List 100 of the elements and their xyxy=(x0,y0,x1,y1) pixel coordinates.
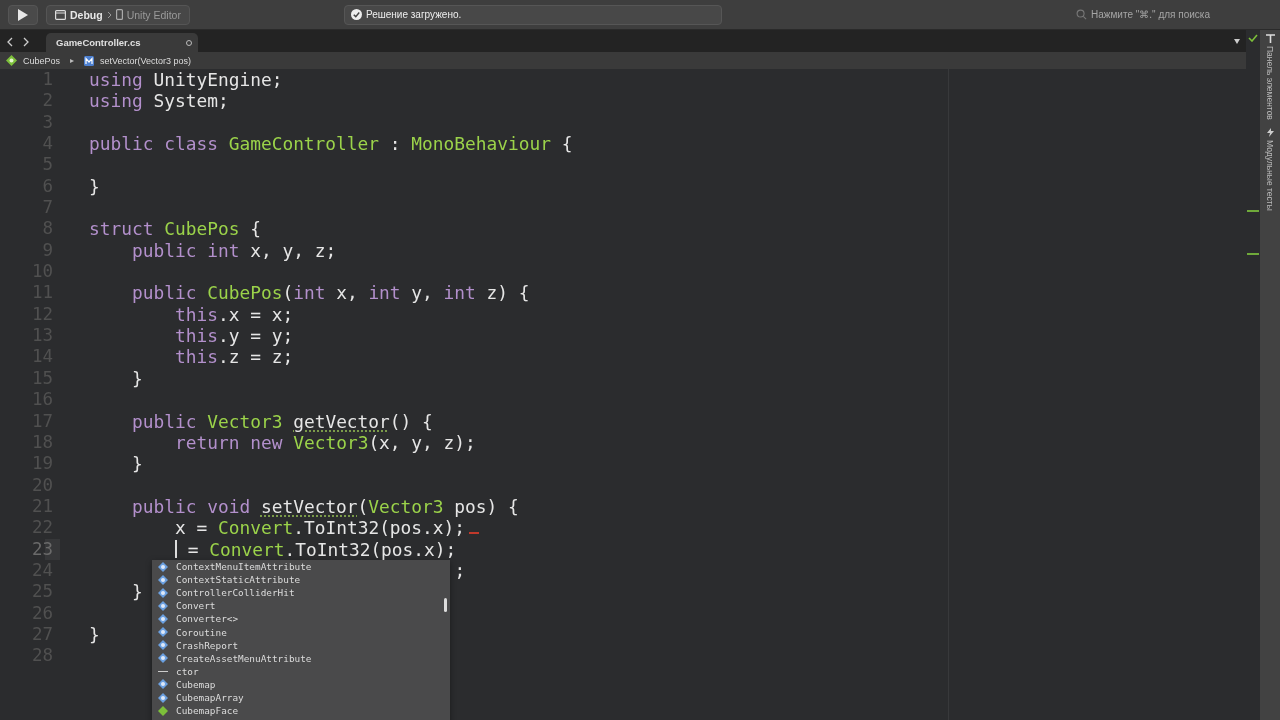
code-token: { xyxy=(249,218,261,240)
code-token: Vector3 xyxy=(368,495,444,518)
code-token: setVector xyxy=(260,495,358,518)
completion-item[interactable]: Cubemap xyxy=(158,677,450,691)
file-tab[interactable]: GameController.cs xyxy=(46,33,198,52)
code-token: public void xyxy=(132,495,252,518)
scheme-selector[interactable]: Debug Unity Editor xyxy=(46,4,190,25)
code-token: getVector xyxy=(293,410,390,432)
change-mark xyxy=(1247,210,1259,212)
toolbox-icon xyxy=(1265,34,1275,43)
code-token: this xyxy=(175,303,218,326)
code-token: .y = y; xyxy=(218,325,294,347)
code-token: x = xyxy=(175,517,209,539)
code-token: z) { xyxy=(485,282,530,304)
completion-item[interactable]: ContextMenuItemAttribute xyxy=(158,560,450,574)
class-icon xyxy=(158,679,168,690)
code-token: UnityEngine; xyxy=(152,69,283,91)
code-token: CubePos xyxy=(207,282,283,304)
code-token: GameController xyxy=(228,133,380,155)
breadcrumb-item[interactable]: setVector(Vector3 pos) xyxy=(100,55,192,66)
code-token: this xyxy=(175,325,218,347)
code-token: ; xyxy=(454,559,466,582)
breadcrumb-separator: ▸ xyxy=(70,56,75,65)
bolt-icon xyxy=(1266,127,1274,137)
code-token: } xyxy=(132,367,143,390)
code-token: public int xyxy=(132,239,240,262)
search-icon xyxy=(1076,9,1087,20)
completion-item[interactable]: CrashReport xyxy=(158,638,450,652)
code-token: } xyxy=(89,623,100,646)
code-token: () { xyxy=(389,410,433,432)
completion-item[interactable]: CubemapArray xyxy=(158,691,450,705)
side-panel-tab[interactable]: Панель элементов xyxy=(1265,34,1275,120)
code-token: using xyxy=(89,90,143,112)
code-token: ( xyxy=(282,282,294,304)
completion-item[interactable]: ControllerColliderHit xyxy=(158,586,450,600)
configuration-label: Debug xyxy=(70,8,103,21)
class-icon xyxy=(158,653,168,664)
code-token: Convert xyxy=(209,538,285,560)
class-icon xyxy=(158,613,168,624)
code-token: y, xyxy=(410,282,434,304)
code-token: public xyxy=(132,410,198,432)
completion-item[interactable]: ContextStaticAttribute xyxy=(158,573,450,587)
class-icon xyxy=(158,692,168,703)
side-panel-tab[interactable]: Модульные тесты xyxy=(1265,127,1275,211)
code-token: .x = x; xyxy=(218,303,294,326)
search-field[interactable]: Нажмите "⌘." для поиска xyxy=(1091,9,1268,20)
back-icon xyxy=(7,37,13,47)
code-token: int xyxy=(368,282,401,304)
tab-menu-caret-icon[interactable] xyxy=(1234,38,1240,44)
class-icon xyxy=(158,600,168,611)
text-cursor xyxy=(175,540,177,559)
completion-item[interactable]: CreateAssetMenuAttribute xyxy=(158,651,450,665)
breadcrumb-item[interactable]: CubePos xyxy=(23,55,61,66)
scroll-thumb[interactable] xyxy=(444,598,447,613)
code-token: CubePos xyxy=(164,218,240,240)
code-token: } xyxy=(132,581,143,603)
run-button[interactable] xyxy=(8,4,38,25)
code-token: Vector3 xyxy=(207,410,284,432)
code-token: x, xyxy=(335,282,359,304)
code-token: int xyxy=(293,282,326,304)
completion-item[interactable]: Coroutine xyxy=(158,625,450,639)
class-icon xyxy=(158,627,168,638)
code-token: int xyxy=(443,282,476,304)
status-text: Решение загружено. xyxy=(365,9,462,20)
code-token: } xyxy=(89,175,100,198)
code-token: System; xyxy=(152,90,229,112)
code-token: return new xyxy=(175,431,284,454)
line-number: 23 xyxy=(31,538,53,559)
change-mark xyxy=(1247,253,1259,255)
target-label: Unity Editor xyxy=(126,8,181,21)
code-token: this xyxy=(175,346,218,368)
code-token: (x, y, z); xyxy=(368,431,476,454)
completion-item[interactable]: Converter<> xyxy=(158,612,450,626)
forward-icon xyxy=(23,37,29,47)
struct-icon xyxy=(6,55,17,66)
check-icon xyxy=(1248,34,1258,42)
window-icon xyxy=(55,9,66,20)
code-token: ( xyxy=(357,495,369,518)
code-token: Vector3 xyxy=(293,431,369,454)
completion-item[interactable]: Convert xyxy=(158,599,450,613)
code-token: Convert xyxy=(218,517,294,539)
code-token: .z = z; xyxy=(218,346,294,368)
chevron-icon xyxy=(106,10,112,19)
code-token: .ToInt32(pos.x); xyxy=(293,517,466,539)
completion-item[interactable]: ctor xyxy=(158,664,450,678)
code-token: pos) { xyxy=(453,495,519,518)
code-token: using xyxy=(89,69,143,91)
code-token: .ToInt32(pos.x); xyxy=(284,538,457,560)
code-token: public class xyxy=(89,133,219,155)
enum-icon xyxy=(158,705,168,716)
code-token: = xyxy=(186,538,200,560)
code-token: } xyxy=(132,453,143,475)
code-token: MonoBehaviour xyxy=(411,133,551,155)
code-token: : xyxy=(388,133,402,155)
code-token: struct xyxy=(89,218,155,240)
code-token: { xyxy=(560,133,573,155)
device-icon xyxy=(115,9,123,20)
dash-icon xyxy=(158,670,168,672)
class-icon xyxy=(158,587,168,598)
completion-item[interactable]: CubemapFace xyxy=(158,704,450,718)
